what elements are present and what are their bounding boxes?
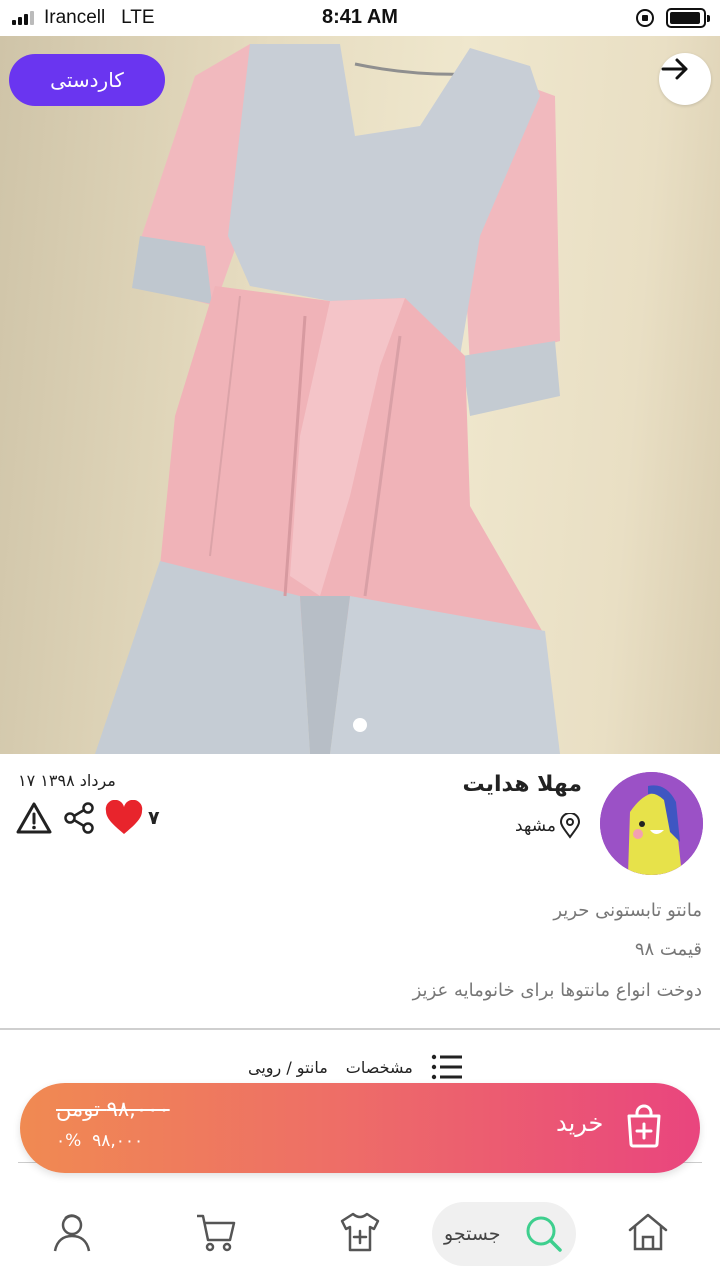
add-clothing-icon bbox=[340, 1212, 380, 1252]
seller-location: مشهد bbox=[515, 812, 582, 840]
image-pager-dot[interactable] bbox=[353, 718, 367, 732]
profile-icon bbox=[53, 1214, 91, 1252]
warning-icon[interactable] bbox=[16, 801, 52, 835]
rotation-lock-icon bbox=[636, 9, 654, 27]
original-price: ۹۸,۰۰۰ تومن bbox=[56, 1097, 170, 1121]
product-title: مانتو تابستونی حریر bbox=[553, 900, 702, 921]
search-icon bbox=[526, 1216, 562, 1252]
seller-name[interactable]: مهلا هدایت bbox=[462, 772, 582, 797]
seller-avatar[interactable] bbox=[600, 772, 703, 875]
avatar-illustration bbox=[600, 772, 703, 875]
nav-search[interactable]: جستجو bbox=[432, 1202, 576, 1266]
cart-icon bbox=[197, 1214, 236, 1252]
search-label: جستجو bbox=[444, 1223, 501, 1245]
buy-label: خرید bbox=[556, 1109, 604, 1137]
back-button[interactable] bbox=[659, 53, 711, 105]
discount-value: ۰% bbox=[56, 1131, 82, 1151]
arrow-right-icon bbox=[661, 58, 688, 80]
shopping-bag-plus-icon bbox=[627, 1104, 661, 1148]
post-date: مرداد ۱۳۹۸ ۱۷ bbox=[18, 771, 116, 790]
bottom-navigation: جستجو bbox=[0, 1196, 720, 1280]
final-price-value: ۹۸,۰۰۰ bbox=[92, 1131, 144, 1151]
post-actions: ۷ bbox=[16, 800, 160, 836]
list-icon bbox=[431, 1054, 462, 1080]
specs-row[interactable]: مانتو / رویی مشخصات bbox=[248, 1052, 463, 1082]
product-price-line: قیمت ۹۸ bbox=[634, 939, 702, 960]
nav-profile[interactable] bbox=[48, 1208, 96, 1256]
likes-count: ۷ bbox=[148, 807, 160, 829]
heart-icon[interactable] bbox=[104, 800, 144, 836]
clock: 8:41 AM bbox=[322, 6, 398, 28]
home-icon bbox=[628, 1213, 668, 1251]
buy-button[interactable]: ۹۸,۰۰۰ تومن ۹۸,۰۰۰ ۰% خرید bbox=[20, 1083, 700, 1173]
location-label: مشهد bbox=[514, 816, 556, 836]
divider bbox=[0, 1028, 720, 1030]
nav-add-product[interactable] bbox=[336, 1208, 384, 1256]
status-bar: Irancell LTE 8:41 AM bbox=[0, 0, 720, 36]
product-description: دوخت انواع مانتوها برای خانومایه عزیز bbox=[412, 980, 702, 1001]
battery-icon bbox=[666, 8, 710, 28]
specs-label: مشخصات bbox=[345, 1057, 413, 1077]
final-price: ۹۸,۰۰۰ ۰% bbox=[56, 1131, 143, 1151]
nav-home[interactable] bbox=[624, 1208, 672, 1256]
share-icon[interactable] bbox=[62, 801, 96, 835]
dress-illustration bbox=[95, 44, 560, 754]
category-chip[interactable]: کاردستی bbox=[9, 54, 165, 106]
location-pin-icon bbox=[559, 813, 581, 839]
category-path: مانتو / رویی bbox=[248, 1057, 328, 1077]
nav-cart[interactable] bbox=[192, 1208, 240, 1256]
product-image[interactable]: کاردستی bbox=[0, 36, 720, 754]
